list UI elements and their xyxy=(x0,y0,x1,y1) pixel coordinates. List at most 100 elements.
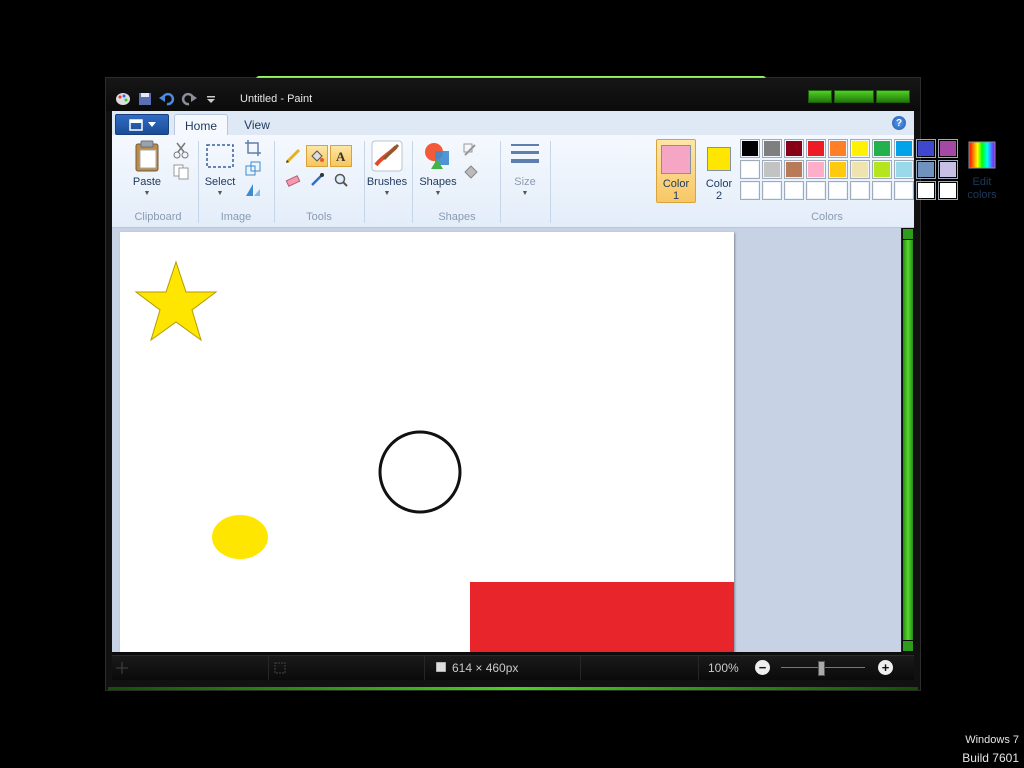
brushes-button[interactable]: Brushes ▼ xyxy=(366,139,408,198)
palette-swatch[interactable] xyxy=(872,181,892,200)
palette-swatch[interactable] xyxy=(916,160,936,179)
palette-swatch[interactable] xyxy=(828,160,848,179)
palette-swatch[interactable] xyxy=(850,160,870,179)
color-palette xyxy=(740,139,958,200)
chevron-down-icon xyxy=(147,121,156,127)
palette-swatch[interactable] xyxy=(806,160,826,179)
shapes-button-label: Shapes xyxy=(419,176,457,188)
status-bar: 614 × 460px 100% − + xyxy=(112,655,914,680)
group-separator xyxy=(500,141,501,223)
tab-home[interactable]: Home xyxy=(174,114,228,136)
colors-group-label: Colors xyxy=(811,211,843,223)
svg-text:A: A xyxy=(336,149,346,164)
customize-qat-icon[interactable] xyxy=(202,90,220,108)
fill-icon[interactable] xyxy=(462,163,480,181)
palette-swatch[interactable] xyxy=(850,139,870,158)
scroll-up-arrow[interactable] xyxy=(903,229,913,239)
line-size-icon xyxy=(511,144,539,163)
minimize-button[interactable] xyxy=(808,90,832,103)
zoom-in-button[interactable]: + xyxy=(878,660,893,675)
chevron-down-icon: ▼ xyxy=(216,190,224,197)
edit-colors-button[interactable]: Edit colors xyxy=(962,139,1002,202)
drawing-canvas[interactable] xyxy=(120,232,734,652)
redo-icon[interactable] xyxy=(180,90,198,108)
magnifier-tool[interactable] xyxy=(330,169,352,191)
color1-swatch xyxy=(661,145,691,174)
color-picker-tool[interactable] xyxy=(306,169,328,191)
color2-label-line1: Color xyxy=(705,178,733,190)
copy-icon[interactable] xyxy=(172,163,190,181)
tab-view[interactable]: View xyxy=(235,114,279,135)
scrollbar-thumb[interactable] xyxy=(903,240,913,640)
palette-swatch[interactable] xyxy=(740,181,760,200)
crop-icon[interactable] xyxy=(244,139,262,157)
select-button[interactable]: Select ▼ xyxy=(202,139,238,198)
palette-swatch[interactable] xyxy=(938,160,958,179)
select-icon xyxy=(206,144,234,168)
color2-button[interactable]: Color 2 xyxy=(699,139,739,203)
paint-menu-icon xyxy=(128,118,143,131)
palette-swatch[interactable] xyxy=(894,139,914,158)
eraser-tool[interactable] xyxy=(282,169,304,191)
shapes-group-label: Shapes xyxy=(438,211,476,223)
palette-swatch[interactable] xyxy=(740,139,760,158)
paint-window: Untitled - Paint Home View ? Paste ▼ Cli… xyxy=(105,76,997,691)
color1-button[interactable]: Color 1 xyxy=(656,139,696,203)
palette-swatch[interactable] xyxy=(872,139,892,158)
color1-label-line1: Color xyxy=(662,178,690,190)
edit-colors-icon xyxy=(968,141,996,169)
fill-tool[interactable] xyxy=(306,145,328,167)
palette-swatch[interactable] xyxy=(828,181,848,200)
palette-swatch[interactable] xyxy=(938,139,958,158)
vertical-scrollbar[interactable] xyxy=(901,228,914,652)
paste-button[interactable]: Paste ▼ xyxy=(124,139,170,198)
close-button[interactable] xyxy=(876,90,910,103)
window-controls xyxy=(808,90,910,103)
palette-swatch[interactable] xyxy=(828,139,848,158)
zoom-out-button[interactable]: − xyxy=(755,660,770,675)
title-bar: Untitled - Paint xyxy=(106,78,920,111)
shapes-button[interactable]: Shapes ▼ xyxy=(418,139,458,198)
palette-swatch[interactable] xyxy=(784,139,804,158)
paint-menu-button[interactable] xyxy=(115,114,169,135)
ribbon-tab-row: Home View ? xyxy=(112,111,914,136)
palette-swatch[interactable] xyxy=(916,139,936,158)
color2-swatch xyxy=(707,147,731,171)
rotate-icon[interactable] xyxy=(244,181,262,199)
palette-swatch[interactable] xyxy=(894,160,914,179)
paint-app-icon[interactable] xyxy=(114,90,132,108)
palette-swatch[interactable] xyxy=(938,181,958,200)
palette-swatch[interactable] xyxy=(784,181,804,200)
zoom-slider-thumb[interactable] xyxy=(818,661,825,676)
scroll-down-arrow[interactable] xyxy=(903,641,913,651)
resize-icon[interactable] xyxy=(244,160,262,178)
palette-swatch[interactable] xyxy=(740,160,760,179)
quick-access-toolbar xyxy=(114,90,220,108)
palette-swatch[interactable] xyxy=(872,160,892,179)
paste-label: Paste xyxy=(132,176,162,188)
text-tool[interactable]: A xyxy=(330,145,352,167)
cut-icon[interactable] xyxy=(172,141,190,159)
save-icon[interactable] xyxy=(136,90,154,108)
palette-swatch[interactable] xyxy=(784,160,804,179)
undo-icon[interactable] xyxy=(158,90,176,108)
palette-swatch[interactable] xyxy=(762,160,782,179)
chevron-down-icon: ▼ xyxy=(521,190,529,197)
maximize-button[interactable] xyxy=(834,90,874,103)
size-button[interactable]: Size ▼ xyxy=(506,139,544,198)
palette-swatch[interactable] xyxy=(762,139,782,158)
palette-swatch[interactable] xyxy=(916,181,936,200)
brushes-label: Brushes xyxy=(366,176,408,188)
chevron-down-icon: ▼ xyxy=(143,190,151,197)
group-separator xyxy=(364,141,365,223)
palette-swatch[interactable] xyxy=(806,181,826,200)
palette-swatch[interactable] xyxy=(762,181,782,200)
palette-swatch[interactable] xyxy=(850,181,870,200)
palette-swatch[interactable] xyxy=(894,181,914,200)
pencil-tool[interactable] xyxy=(282,145,304,167)
window-bottom-glow xyxy=(108,687,918,690)
outline-icon[interactable] xyxy=(462,141,480,159)
selection-size-icon xyxy=(274,662,286,674)
palette-swatch[interactable] xyxy=(806,139,826,158)
help-icon[interactable]: ? xyxy=(892,116,906,130)
